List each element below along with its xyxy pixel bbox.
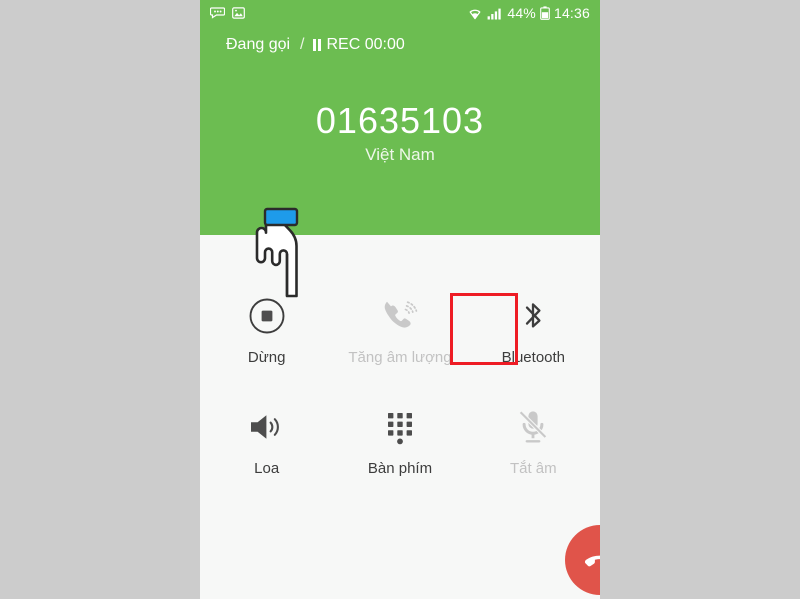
country-label: Việt Nam — [365, 145, 435, 164]
action-stop-recording[interactable]: Dừng — [200, 293, 333, 366]
screenshot-image-icon — [232, 7, 245, 19]
recording-timer-label: REC 00:00 — [326, 36, 405, 53]
wifi-icon — [467, 7, 483, 20]
dialpad-icon — [382, 404, 418, 450]
status-bar: 44% 14:36 — [200, 0, 600, 26]
call-actions-grid: Dừng Tăng âm lượng Bluetooth Loa Bàn phí… — [200, 235, 600, 477]
call-header-panel: 44% 14:36 Đang gọi / REC 00:00 01635103 … — [200, 0, 600, 235]
call-state-label: Đang gọi — [226, 36, 291, 53]
microphone-muted-icon — [513, 404, 553, 450]
phone-call-screen: 44% 14:36 Đang gọi / REC 00:00 01635103 … — [200, 0, 600, 599]
stop-record-icon — [246, 293, 288, 339]
end-call-button[interactable] — [565, 525, 600, 595]
call-actions-row-1: Dừng Tăng âm lượng Bluetooth — [200, 235, 600, 366]
action-bluetooth[interactable]: Bluetooth — [467, 293, 600, 366]
action-increase-volume-label: Tăng âm lượng — [348, 349, 452, 366]
status-divider: / — [300, 36, 305, 53]
battery-percent-label: 44% — [507, 5, 536, 21]
action-mute-label: Tắt âm — [509, 460, 557, 477]
status-bar-left-icons — [209, 7, 245, 19]
action-speaker-label: Loa — [254, 460, 280, 477]
sms-message-icon — [209, 7, 226, 19]
action-mute[interactable]: Tắt âm — [467, 404, 600, 477]
battery-icon — [540, 6, 550, 20]
action-increase-volume[interactable]: Tăng âm lượng — [333, 293, 466, 366]
call-actions-row-2: Loa Bàn phím Tắt âm — [200, 366, 600, 477]
clock-label: 14:36 — [553, 5, 590, 21]
call-status-row: Đang gọi / REC 00:00 — [226, 36, 405, 54]
action-speaker[interactable]: Loa — [200, 404, 333, 477]
pause-icon — [312, 39, 321, 51]
action-keypad-label: Bàn phím — [367, 460, 433, 477]
screenshot-stage: 44% 14:36 Đang gọi / REC 00:00 01635103 … — [0, 0, 800, 599]
action-bluetooth-label: Bluetooth — [501, 349, 566, 366]
action-keypad[interactable]: Bàn phím — [333, 404, 466, 477]
status-bar-right-indicators: 44% 14:36 — [467, 6, 590, 20]
action-stop-recording-label: Dừng — [247, 349, 286, 366]
volume-up-call-icon — [378, 293, 422, 339]
end-call-handset-icon — [581, 539, 600, 582]
cellular-signal-icon — [487, 7, 503, 20]
phone-number-label: 01635103 — [315, 100, 485, 141]
speaker-icon — [245, 404, 289, 450]
bluetooth-icon — [513, 293, 553, 339]
recording-indicator-group: / REC 00:00 — [300, 36, 405, 54]
